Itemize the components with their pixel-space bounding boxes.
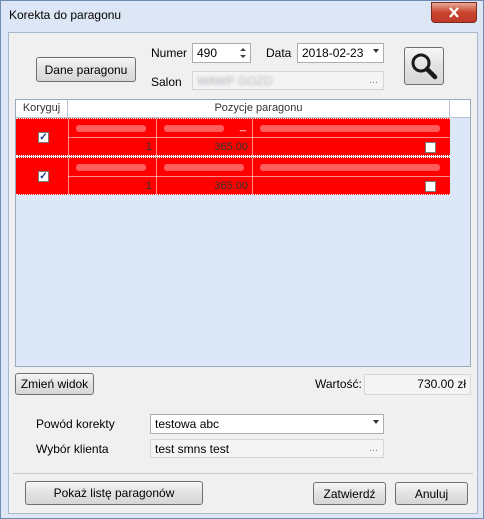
text-cursor: _ <box>239 120 246 132</box>
cell-divider <box>156 158 157 195</box>
separator <box>13 473 473 474</box>
number-stepper[interactable]: 490 <box>192 43 251 63</box>
date-label: Data <box>266 46 292 60</box>
koryguj-checkbox[interactable]: ✓ <box>38 132 49 143</box>
receipt-items-grid[interactable]: Koryguj Pozycje paragonu ✓ _ 1 365.00 ✓ … <box>15 99 471 367</box>
date-picker[interactable]: 2018-02-23 <box>297 43 384 63</box>
window-title: Korekta do paragonu <box>9 8 122 22</box>
chevron-down-icon <box>373 49 379 53</box>
table-row[interactable]: ✓ 1 365.00 <box>16 157 450 195</box>
client-value: test smns test <box>155 442 230 456</box>
redacted-text <box>76 164 146 171</box>
title-bar[interactable]: Korekta do paragonu <box>1 1 483 27</box>
price-cell[interactable]: 365.00 <box>166 180 248 192</box>
column-header-items[interactable]: Pozycje paragonu <box>68 100 450 118</box>
reason-dropdown[interactable]: testowa abc <box>150 414 384 434</box>
line-checkbox[interactable] <box>425 142 436 153</box>
chevron-down-icon <box>373 420 379 424</box>
redacted-text <box>260 125 440 132</box>
cell-divider <box>68 137 450 138</box>
redacted-text <box>164 125 224 132</box>
redacted-text <box>260 164 440 171</box>
search-button[interactable] <box>404 47 444 85</box>
receipt-data-button[interactable]: Dane paragonu <box>36 57 136 82</box>
quantity-cell[interactable]: 1 <box>76 141 152 153</box>
quantity-cell[interactable]: 1 <box>76 180 152 192</box>
number-value: 490 <box>197 46 218 60</box>
line-checkbox[interactable] <box>425 181 436 192</box>
reason-value: testowa abc <box>155 417 220 431</box>
store-field[interactable]: WAWP GOZD ... <box>192 71 384 90</box>
cancel-button[interactable]: Anuluj <box>395 482 468 505</box>
redacted-text <box>76 125 146 132</box>
table-row[interactable]: ✓ _ 1 365.00 <box>16 118 450 156</box>
store-ellipsis[interactable]: ... <box>369 74 378 86</box>
koryguj-checkbox[interactable]: ✓ <box>38 171 49 182</box>
price-cell[interactable]: 365.00 <box>166 141 248 153</box>
reason-label: Powód korekty <box>36 417 115 431</box>
value-label: Wartość: <box>315 377 362 391</box>
redacted-text <box>164 164 244 171</box>
client-label: Wybór klienta <box>36 442 109 456</box>
dialog-content: Dane paragonu Numer 490 Data 2018-02-23 … <box>8 32 478 514</box>
client-ellipsis[interactable]: ... <box>369 442 378 454</box>
dialog-window: Korekta do paragonu Dane paragonu Numer … <box>0 0 484 519</box>
store-label: Salon <box>151 75 182 89</box>
value-field: 730.00 zł <box>364 374 471 395</box>
confirm-button[interactable]: Zatwierdź <box>313 482 386 505</box>
stepper-arrows-icon[interactable] <box>239 46 247 60</box>
cell-divider <box>156 119 157 156</box>
close-button[interactable] <box>431 2 477 23</box>
cell-divider <box>252 119 253 156</box>
client-field[interactable]: test smns test ... <box>150 439 384 458</box>
date-value: 2018-02-23 <box>302 46 364 60</box>
number-label: Numer <box>151 46 188 60</box>
cell-divider <box>252 158 253 195</box>
store-value: WAWP GOZD <box>197 74 273 88</box>
close-icon <box>449 7 459 18</box>
column-header-filler <box>450 100 470 118</box>
show-receipts-button[interactable]: Pokaż listę paragonów <box>25 481 203 505</box>
column-header-koryguj[interactable]: Koryguj <box>16 100 68 118</box>
search-icon <box>411 53 438 80</box>
cell-divider <box>68 176 450 177</box>
change-view-button[interactable]: Zmień widok <box>15 373 94 395</box>
